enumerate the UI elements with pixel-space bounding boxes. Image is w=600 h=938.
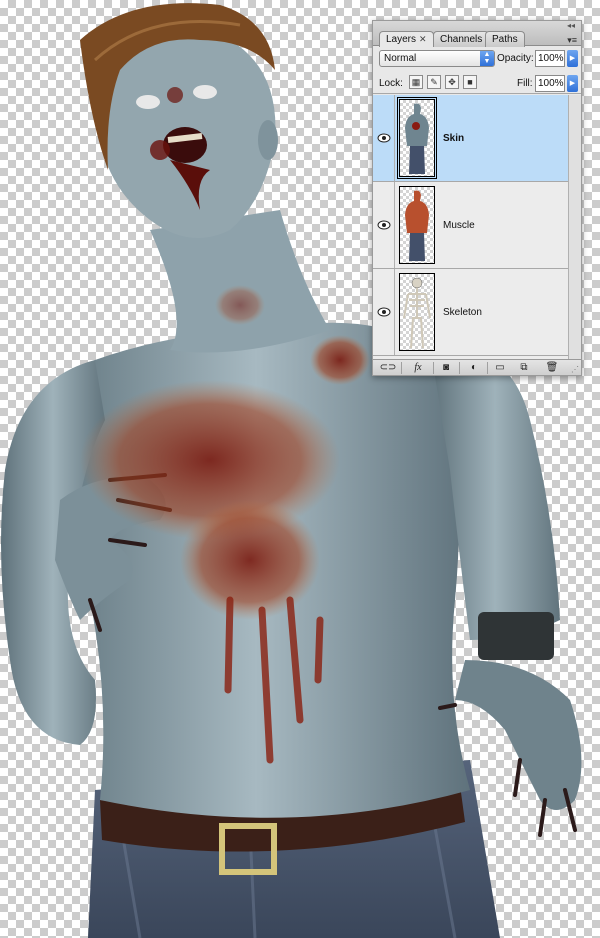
- new-layer-icon[interactable]: ⧉: [517, 361, 531, 374]
- layer-name: Skeleton: [443, 307, 482, 318]
- link-icon[interactable]: ⊂⊃: [379, 361, 397, 374]
- panel-tab-bar: Layers ✕ Channels Paths ◂◂ ▾≡: [373, 21, 581, 47]
- lock-transparency-icon[interactable]: ▦: [409, 75, 423, 89]
- fill-slider-arrow-icon[interactable]: ▶: [567, 75, 578, 92]
- bottom-divider: [401, 362, 402, 374]
- layers-bottom-bar: ⊂⊃ fx ◙ ◐ ▭ ⧉ 🗑: [373, 359, 581, 375]
- layer-thumbnail: [399, 186, 435, 264]
- eye-icon: [377, 133, 391, 143]
- adjustment-icon[interactable]: ◐: [465, 361, 483, 374]
- blend-mode-select[interactable]: Normal ▲ ▼: [379, 50, 495, 67]
- opacity-label: Opacity:: [497, 53, 534, 64]
- tab-layers-label: Layers: [386, 34, 417, 45]
- fill-label: Fill:: [517, 78, 533, 89]
- layers-panel: Layers ✕ Channels Paths ◂◂ ▾≡ Normal ▲ ▼ O…: [372, 20, 582, 376]
- layer-name: Skin: [443, 133, 465, 144]
- layer-thumbnail: [399, 273, 435, 351]
- fx-icon[interactable]: fx: [407, 361, 429, 374]
- bottom-divider: [433, 362, 434, 374]
- tab-channels-label: Channels: [440, 34, 483, 45]
- bottom-divider: [459, 362, 460, 374]
- layer-row-muscle[interactable]: Muscle: [373, 182, 568, 269]
- layers-list: Skin Muscle Skeleton: [373, 95, 568, 359]
- fill-field[interactable]: 100%: [535, 75, 565, 92]
- opacity-field[interactable]: 100%: [535, 50, 565, 67]
- lock-position-icon[interactable]: ✥: [445, 75, 459, 89]
- eye-icon: [377, 220, 391, 230]
- trash-icon[interactable]: 🗑: [545, 361, 559, 374]
- blend-row: Normal ▲ ▼ Opacity: 100% ▶: [373, 48, 581, 70]
- resize-grip-icon[interactable]: ⋰: [571, 365, 579, 374]
- group-icon[interactable]: ▭: [493, 361, 507, 374]
- opacity-slider-arrow-icon[interactable]: ▶: [567, 50, 578, 67]
- visibility-toggle[interactable]: [373, 95, 395, 181]
- tab-channels[interactable]: Channels: [433, 31, 490, 47]
- mask-icon[interactable]: ◙: [439, 361, 453, 374]
- close-icon[interactable]: ✕: [419, 34, 427, 44]
- tab-layers[interactable]: Layers ✕: [379, 31, 434, 47]
- layer-row-skeleton[interactable]: Skeleton: [373, 269, 568, 356]
- lock-row: Lock: ▦ ✎ ✥ ■ Fill: 100% ▶: [373, 72, 581, 94]
- layer-name: Muscle: [443, 220, 475, 231]
- blend-mode-value: Normal: [384, 53, 417, 64]
- tab-paths-label: Paths: [492, 34, 518, 45]
- layer-row-skin[interactable]: Skin: [373, 95, 568, 182]
- lock-paint-icon[interactable]: ✎: [427, 75, 441, 89]
- lock-all-icon[interactable]: ■: [463, 75, 477, 89]
- eye-icon: [377, 307, 391, 317]
- tab-paths[interactable]: Paths: [485, 31, 525, 47]
- visibility-toggle[interactable]: [373, 182, 395, 268]
- panel-menu-icon[interactable]: ▾≡: [567, 35, 577, 46]
- bottom-divider: [487, 362, 488, 374]
- visibility-toggle[interactable]: [373, 269, 395, 355]
- select-arrows-icon: ▲ ▼: [480, 51, 494, 66]
- collapse-icon[interactable]: ◂◂: [567, 21, 575, 30]
- lock-label: Lock:: [379, 78, 403, 89]
- layer-thumbnail: [397, 97, 437, 179]
- layers-scrollbar[interactable]: [568, 95, 581, 359]
